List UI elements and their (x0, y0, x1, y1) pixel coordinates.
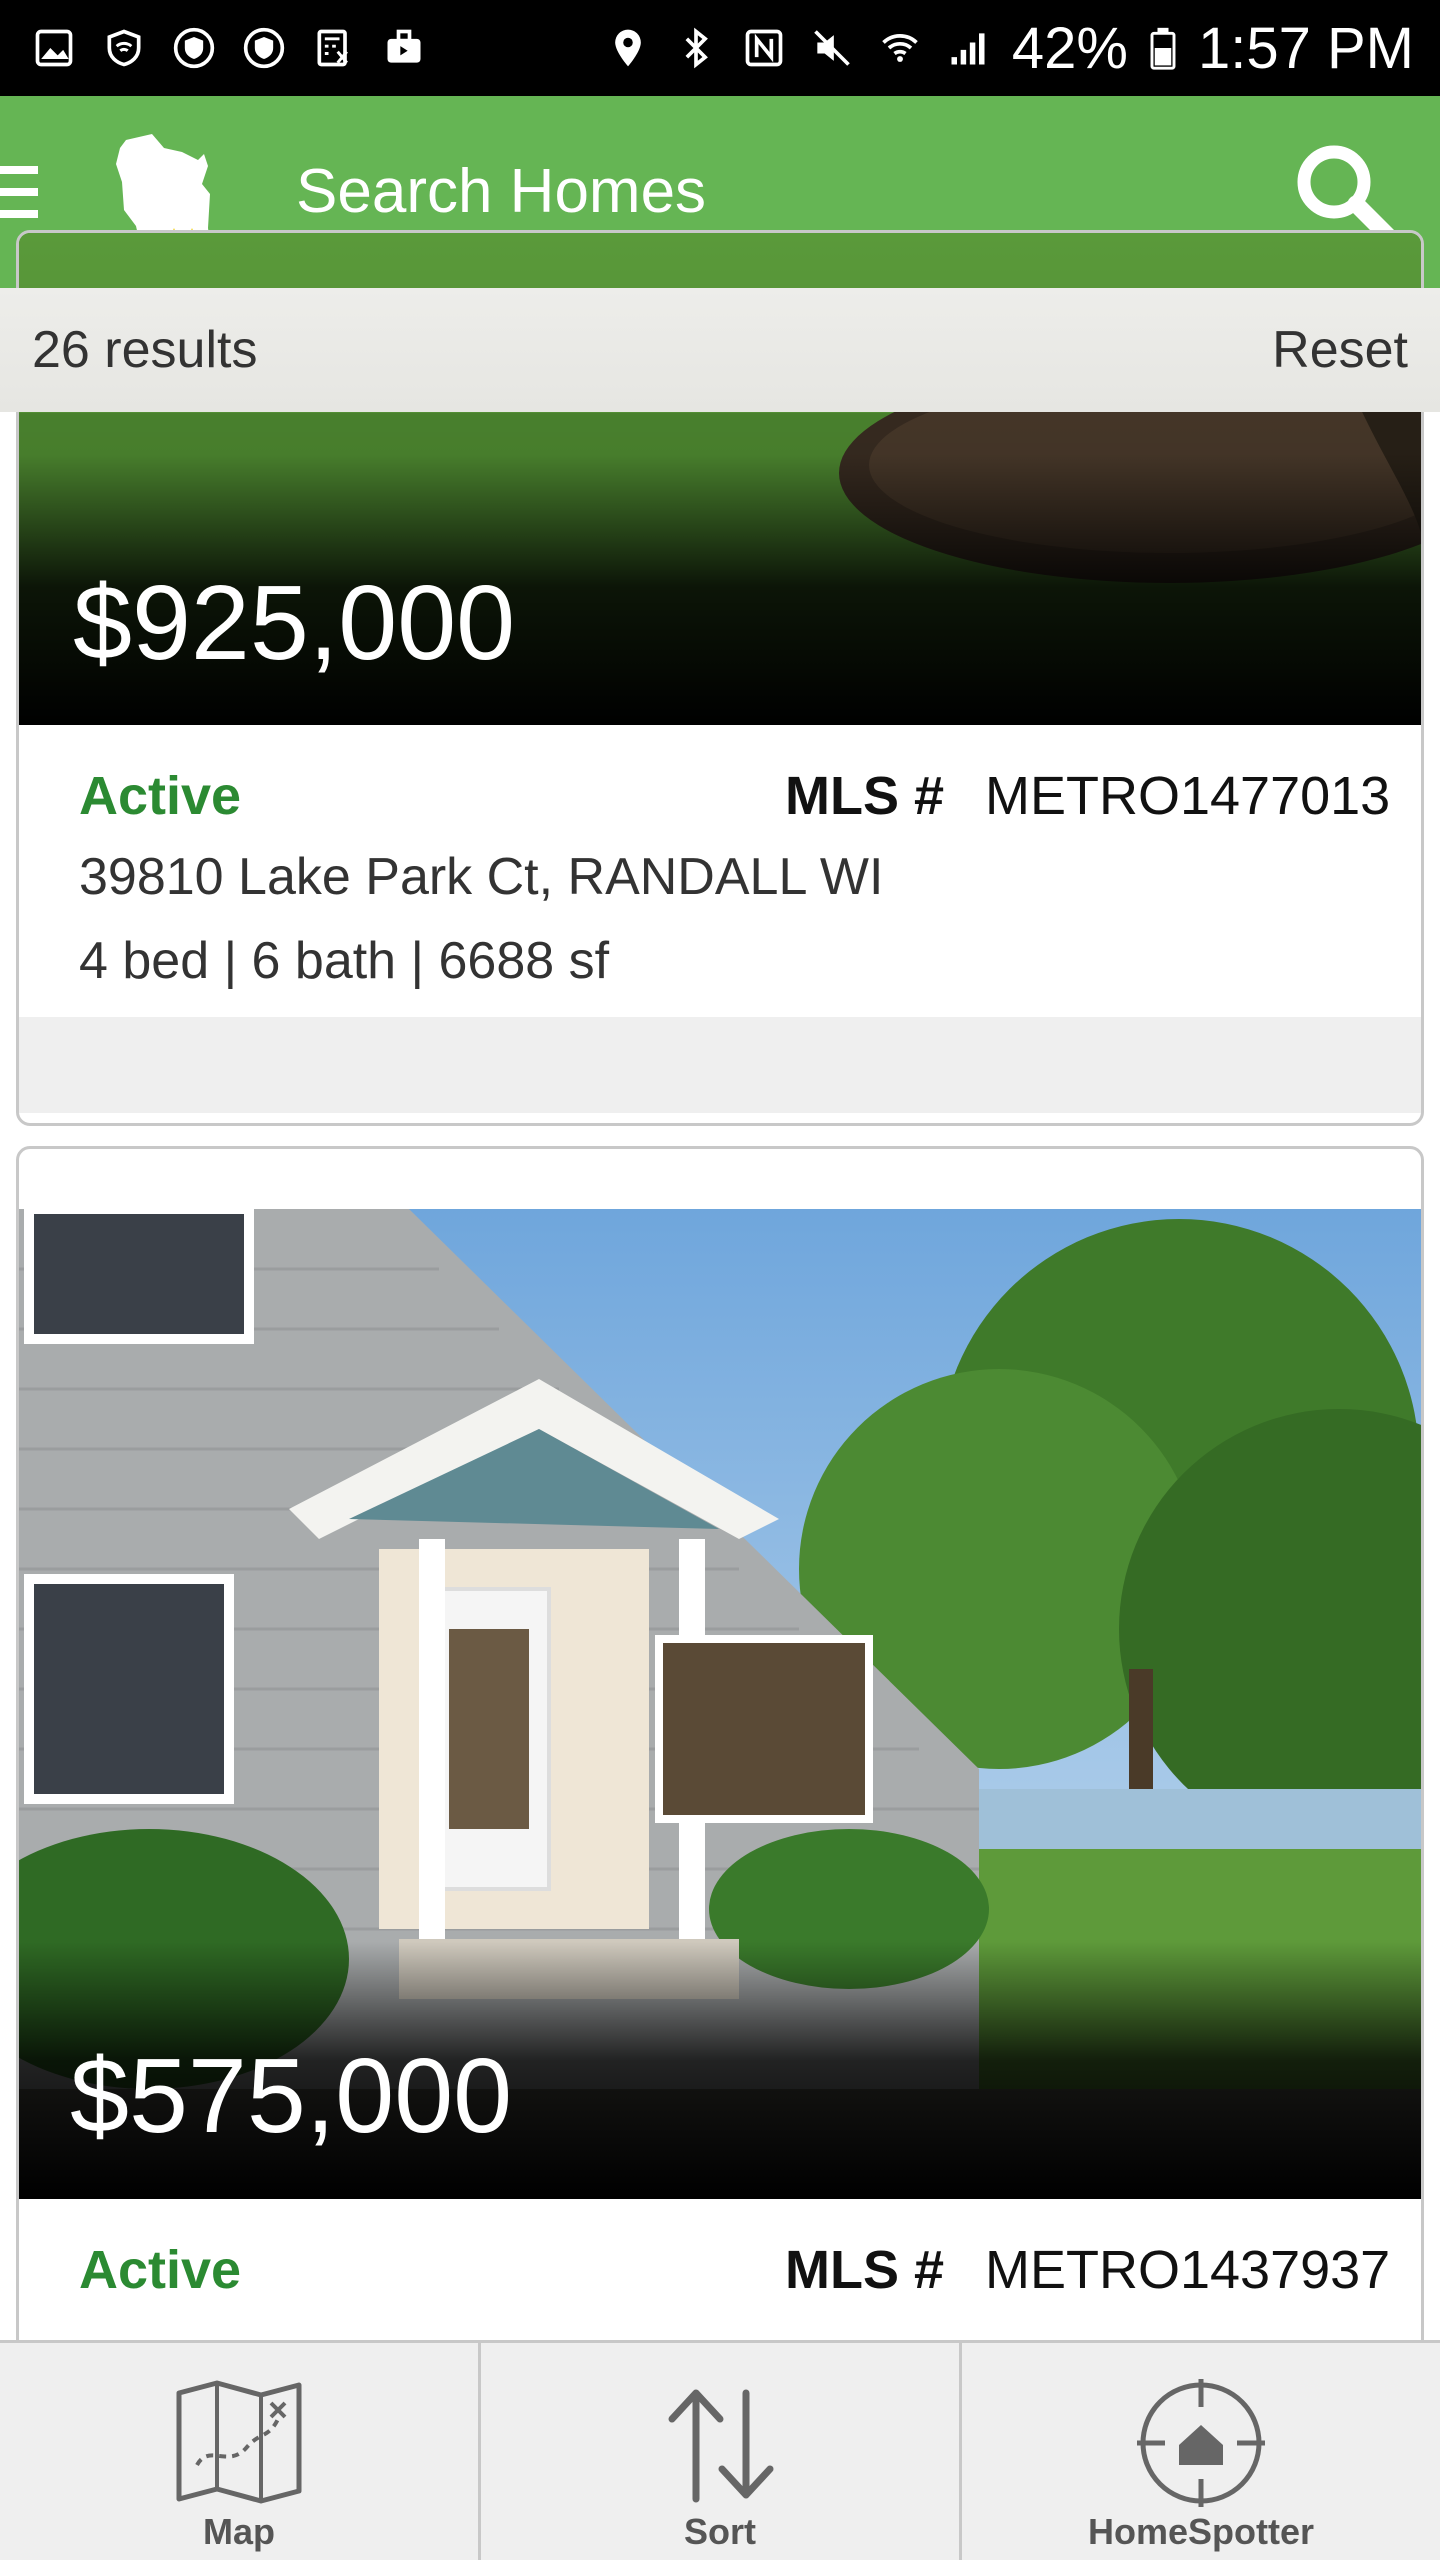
signal-icon (944, 24, 992, 72)
nav-sort-label: Sort (684, 2511, 756, 2552)
listing-card[interactable]: Active MLS # METRO1437937 (16, 1146, 1424, 2446)
listing-price: $575,000 (70, 2037, 513, 2155)
screen: 42% 1:57 PM Search Homes $925,000 Active… (0, 0, 1440, 2560)
nav-map[interactable]: Map (0, 2343, 481, 2560)
nfc-icon (740, 24, 788, 72)
bottom-nav: Map Sort HomeSpotter (0, 2340, 1440, 2560)
homespotter-icon (1137, 2379, 1265, 2507)
battery-icon (1148, 24, 1178, 72)
listing-address: 39810 Lake Park Ct, RANDALL WI (79, 848, 884, 906)
wifi-shield-icon (100, 24, 148, 72)
status-bar-notifications (30, 24, 428, 72)
app-title: Search Homes (296, 157, 707, 226)
shield-icon (170, 24, 218, 72)
sort-icon (668, 2389, 774, 2503)
wifi-calling-icon (876, 24, 924, 72)
menu-icon[interactable] (0, 162, 42, 222)
listing-price: $925,000 (73, 564, 516, 682)
card-footer (19, 1017, 1421, 1113)
reset-button[interactable]: Reset (1272, 320, 1408, 380)
location-icon (604, 24, 652, 72)
nav-sort[interactable]: Sort (481, 2343, 962, 2560)
listing-info: Active MLS # METRO1477013 39810 Lake Par… (19, 725, 1421, 1017)
nav-map-label: Map (203, 2511, 275, 2552)
nav-homespotter-label: HomeSpotter (1087, 2511, 1315, 2552)
mls-label: MLS # (785, 2240, 945, 2300)
results-count: 26 results (32, 321, 258, 379)
gallery-icon (30, 24, 78, 72)
battery-percent: 42% (1011, 15, 1128, 81)
listing-specs: 4 bed | 6 bath | 6688 sf (79, 932, 610, 990)
results-bar: 26 results Reset (0, 288, 1440, 412)
listing-status: Active (79, 2240, 242, 2300)
bluetooth-icon (672, 24, 720, 72)
status-bar: 42% 1:57 PM (0, 0, 1440, 96)
shield-icon-2 (240, 24, 288, 72)
clock: 1:57 PM (1198, 15, 1414, 81)
listing-status: Active (79, 766, 242, 826)
status-bar-system: 42% 1:57 PM (604, 15, 1414, 82)
briefcase-icon (380, 24, 428, 72)
mute-icon (808, 24, 856, 72)
mls-number: METRO1437937 (985, 2240, 1391, 2300)
mls-number: METRO1477013 (985, 766, 1391, 826)
calculator-icon (310, 24, 358, 72)
nav-homespotter[interactable]: HomeSpotter (962, 2343, 1440, 2560)
map-icon (176, 2380, 302, 2504)
mls-label: MLS # (785, 766, 945, 826)
